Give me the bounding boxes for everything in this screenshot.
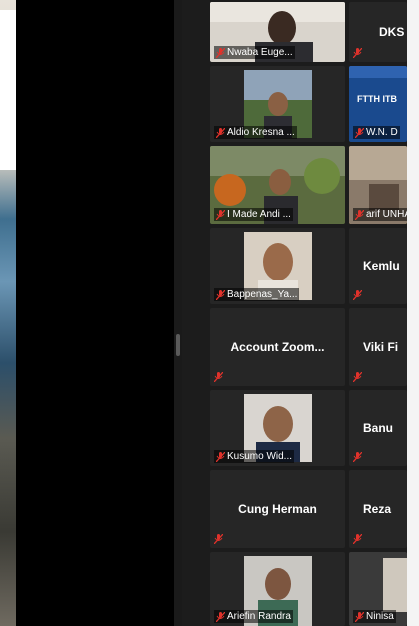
- muted-mic-icon: [353, 452, 362, 462]
- participant-name: Cung Herman: [238, 502, 317, 516]
- participant-name: DKS: [379, 25, 405, 39]
- participant-tile[interactable]: Aldio Kresna ...: [210, 66, 345, 142]
- participant-tile[interactable]: Bappenas_Ya...: [210, 228, 345, 304]
- participant-tile[interactable]: Nwaba Euge...: [210, 2, 345, 62]
- participant-tile[interactable]: Ninisa: [349, 552, 407, 626]
- resize-handle[interactable]: [176, 334, 180, 356]
- participant-tile[interactable]: Ariefin Randra: [210, 552, 345, 626]
- muted-mic-icon: [214, 372, 223, 382]
- participant-name-tag: Ninisa: [353, 610, 396, 623]
- participant-name-tag: I Made Andi ...: [214, 208, 293, 221]
- muted-mic-icon: [353, 48, 362, 58]
- window-edge: [407, 0, 419, 626]
- participant-tile[interactable]: Banu: [349, 390, 407, 466]
- participant-name: Viki Fi: [363, 340, 399, 354]
- muted-mic-icon: [216, 611, 225, 622]
- shared-screen-panel: [0, 10, 16, 170]
- participant-tile[interactable]: I Made Andi ...: [210, 146, 345, 224]
- muted-mic-icon: [216, 127, 225, 138]
- zoom-meeting-window: Nwaba Euge... DKS Aldio Kresna ... FTTH …: [0, 0, 419, 626]
- participant-tile[interactable]: Kemlu: [349, 228, 407, 304]
- gallery-grid: Nwaba Euge... DKS Aldio Kresna ... FTTH …: [182, 0, 407, 626]
- participant-name: Reza: [363, 502, 392, 516]
- panel-divider[interactable]: [174, 0, 182, 626]
- participant-tile[interactable]: Kusumo Wid...: [210, 390, 345, 466]
- participant-tile[interactable]: FTTH ITB W.N. D: [349, 66, 407, 142]
- muted-mic-icon: [355, 127, 364, 138]
- video-area: [16, 0, 174, 626]
- muted-mic-icon: [355, 611, 364, 622]
- muted-mic-icon: [353, 372, 362, 382]
- participant-tile[interactable]: Account Zoom...: [210, 308, 345, 386]
- participant-tile[interactable]: Reza: [349, 470, 407, 548]
- participant-name-tag: Kusumo Wid...: [214, 450, 295, 463]
- participant-name-tag: Aldio Kresna ...: [214, 126, 297, 139]
- shared-screen-edge: [0, 0, 16, 626]
- participant-name: Banu: [363, 421, 393, 435]
- participant-name-tag: arif UNHA: [353, 208, 407, 221]
- participant-name-tag: Ariefin Randra: [214, 610, 293, 623]
- muted-mic-icon: [216, 289, 225, 300]
- muted-mic-icon: [353, 290, 362, 300]
- muted-mic-icon: [216, 47, 225, 58]
- muted-mic-icon: [214, 534, 223, 544]
- participant-name-tag: W.N. D: [353, 126, 400, 139]
- participant-name: Kemlu: [363, 259, 400, 273]
- shared-slide-title: FTTH ITB: [357, 94, 397, 104]
- participant-tile[interactable]: Cung Herman: [210, 470, 345, 548]
- muted-mic-icon: [216, 451, 225, 462]
- participant-tile[interactable]: DKS: [349, 2, 407, 62]
- muted-mic-icon: [353, 534, 362, 544]
- participant-name-tag: Bappenas_Ya...: [214, 288, 300, 301]
- participant-name: Account Zoom...: [230, 340, 325, 354]
- muted-mic-icon: [216, 209, 225, 220]
- participant-name-tag: Nwaba Euge...: [214, 46, 295, 59]
- muted-mic-icon: [355, 209, 364, 220]
- participant-tile[interactable]: Viki Fi: [349, 308, 407, 386]
- participant-tile-active-speaker[interactable]: arif UNHA: [349, 146, 407, 224]
